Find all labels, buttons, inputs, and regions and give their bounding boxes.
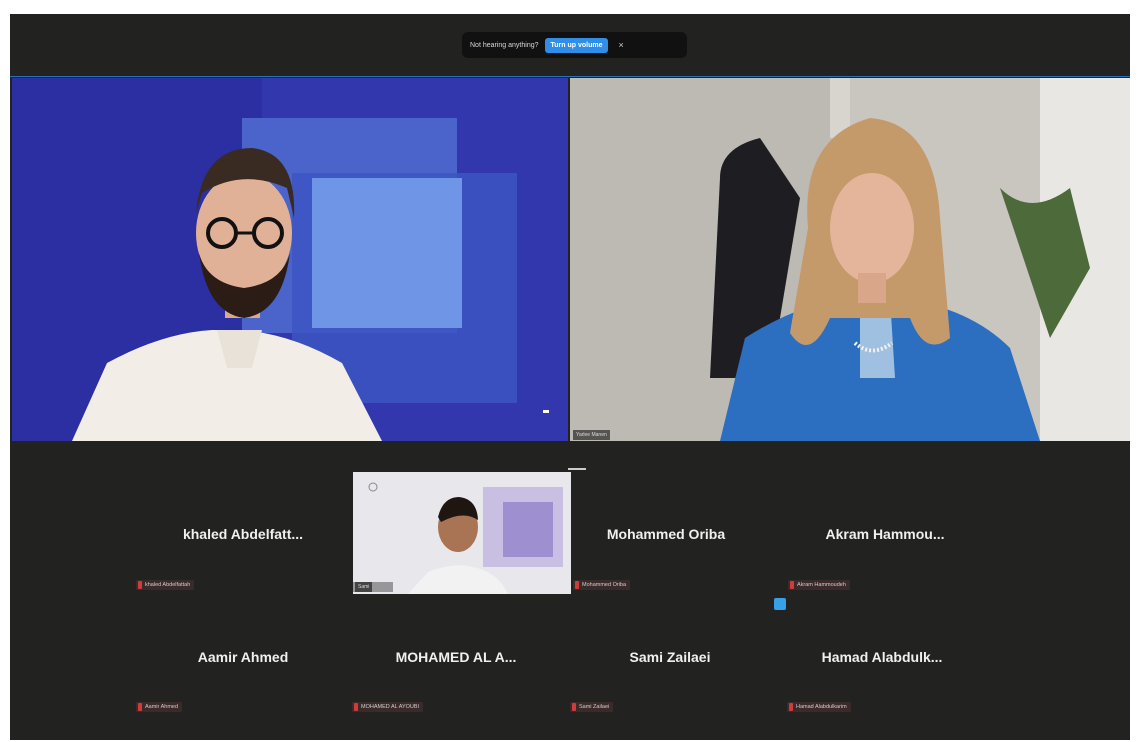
tag-text: Mohammed Oriba [582, 582, 627, 588]
active-speaker-icon[interactable] [774, 598, 786, 610]
mini-name-tag: Sami [355, 582, 373, 592]
muted-mic-icon [790, 581, 794, 589]
participant-tag[interactable]: MOHAMED AL AYOUBI [352, 702, 424, 712]
muted-mic-icon [354, 703, 358, 711]
participant-tag[interactable]: Aamir Ahmed [136, 702, 183, 712]
divider [10, 76, 1130, 77]
video-tile-mini[interactable]: Sami [353, 472, 571, 594]
video-tile-speaker-1[interactable] [12, 78, 568, 441]
close-icon[interactable]: × [618, 40, 623, 50]
participant-name: MOHAMED AL A... [395, 649, 517, 665]
tag-text: MOHAMED AL AYOUBI [361, 704, 420, 710]
mini-tile-handle[interactable] [568, 468, 586, 470]
tag-text: Aamir Ahmed [145, 704, 179, 710]
muted-mic-icon [789, 703, 793, 711]
participant-name: Akram Hammou... [825, 526, 945, 542]
participant-tag[interactable]: Hamad Alabdulkarim [787, 702, 851, 712]
participant-name: Hamad Alabdulk... [821, 649, 943, 665]
participant-name: Mohammed Oriba [606, 526, 726, 542]
speaker-1-video [12, 78, 568, 441]
tag-text: Akram Hammoudeh [797, 582, 846, 588]
muted-mic-icon [138, 703, 142, 711]
participant-name: khaled Abdelfatt... [182, 526, 304, 542]
participant-tag[interactable]: Akram Hammoudeh [788, 580, 850, 590]
mini-video [353, 472, 571, 594]
audio-notification-banner: Not hearing anything? Turn up volume × [462, 32, 687, 58]
participant-name-tag: Yarlee Manen [573, 430, 610, 440]
tag-text: khaled Abdelfattah [145, 582, 191, 588]
speaker-2-video [570, 78, 1130, 441]
turn-up-volume-button[interactable]: Turn up volume [544, 37, 609, 53]
participant-tag[interactable]: Sami Zailaei [570, 702, 614, 712]
meeting-window: Not hearing anything? Turn up volume × Y… [10, 14, 1130, 740]
muted-mic-icon [575, 581, 579, 589]
tag-text: Sami Zailaei [579, 704, 610, 710]
muted-mic-icon [572, 703, 576, 711]
participant-name: Sami Zailaei [629, 649, 711, 665]
participant-tag[interactable]: Mohammed Oriba [573, 580, 631, 590]
video-tile-speaker-2[interactable]: Yarlee Manen [570, 78, 1130, 441]
tag-text: Hamad Alabdulkarim [796, 704, 847, 710]
banner-text: Not hearing anything? [470, 41, 539, 49]
muted-mic-icon [138, 581, 142, 589]
participant-tag[interactable]: khaled Abdelfattah [136, 580, 195, 590]
participant-name: Aamir Ahmed [197, 649, 289, 665]
